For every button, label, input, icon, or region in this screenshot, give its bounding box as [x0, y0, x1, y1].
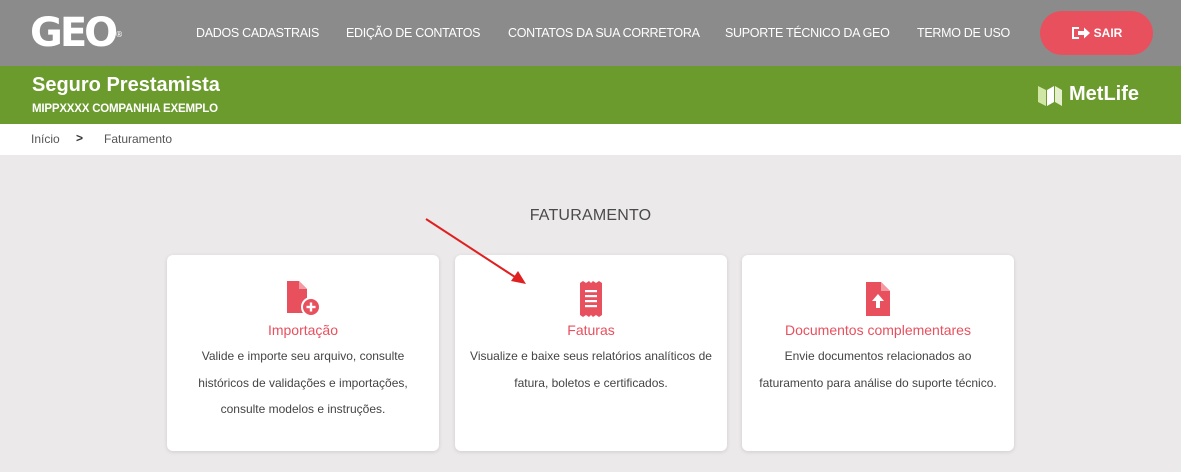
nav-dados-cadastrais[interactable]: DADOS CADASTRAIS [196, 0, 319, 66]
card-documentos-title: Documentos complementares [785, 322, 971, 338]
nav-termo-de-uso[interactable]: TERMO DE USO [917, 0, 1010, 66]
nav-contatos-corretora[interactable]: CONTATOS DA SUA CORRETORA [508, 0, 700, 66]
product-title: Seguro Prestamista [32, 74, 220, 96]
top-navigation-bar: GEO ® DADOS CADASTRAIS EDIÇÃO DE CONTATOS… [0, 0, 1181, 66]
metlife-logo-icon [1038, 85, 1062, 106]
policy-subtitle: MIPPXXXX COMPANHIA EXEMPLO [32, 103, 218, 115]
product-banner: Seguro Prestamista MIPPXXXX COMPANHIA EX… [0, 66, 1181, 124]
geo-logo[interactable]: GEO ® [30, 9, 123, 57]
breadcrumb-faturamento: Faturamento [104, 132, 173, 146]
sign-out-icon [1071, 27, 1090, 39]
card-faturas-description: Visualize e baixe seus relatórios analít… [470, 349, 712, 390]
file-plus-icon [287, 281, 321, 317]
card-importacao[interactable]: Importação Valide e importe seu arquivo,… [167, 255, 439, 451]
card-importacao-title: Importação [267, 322, 339, 338]
breadcrumb-inicio[interactable]: Início [31, 132, 60, 146]
breadcrumb: Início > Faturamento [0, 124, 1181, 155]
metlife-logo: MetLife [1038, 83, 1139, 106]
breadcrumb-separator: > [76, 131, 84, 145]
card-faturas-title: Faturas [567, 322, 615, 338]
logout-button[interactable]: SAIR [1040, 11, 1153, 55]
nav-suporte-tecnico[interactable]: SUPORTE TÉCNICO DA GEO [725, 0, 890, 66]
file-upload-icon [866, 282, 890, 316]
card-documentos-description: Envie documentos relacionados ao faturam… [759, 349, 997, 390]
company-name: COMPANHIA EXEMPLO [89, 103, 218, 115]
receipt-icon [580, 281, 602, 317]
policy-code: MIPPXXXX [32, 103, 90, 115]
registered-mark: ® [115, 30, 124, 39]
card-importacao-description: Valide e importe seu arquivo, consulte h… [198, 349, 408, 416]
logout-label: SAIR [1093, 26, 1123, 40]
nav-edicao-de-contatos[interactable]: EDIÇÃO DE CONTATOS [346, 0, 481, 66]
page-title: FATURAMENTO [529, 207, 652, 224]
card-documentos-complementares[interactable]: Documentos complementares Envie document… [742, 255, 1014, 451]
metlife-wordmark: MetLife [1069, 83, 1139, 105]
card-faturas[interactable]: Faturas Visualize e baixe seus relatório… [455, 255, 727, 451]
